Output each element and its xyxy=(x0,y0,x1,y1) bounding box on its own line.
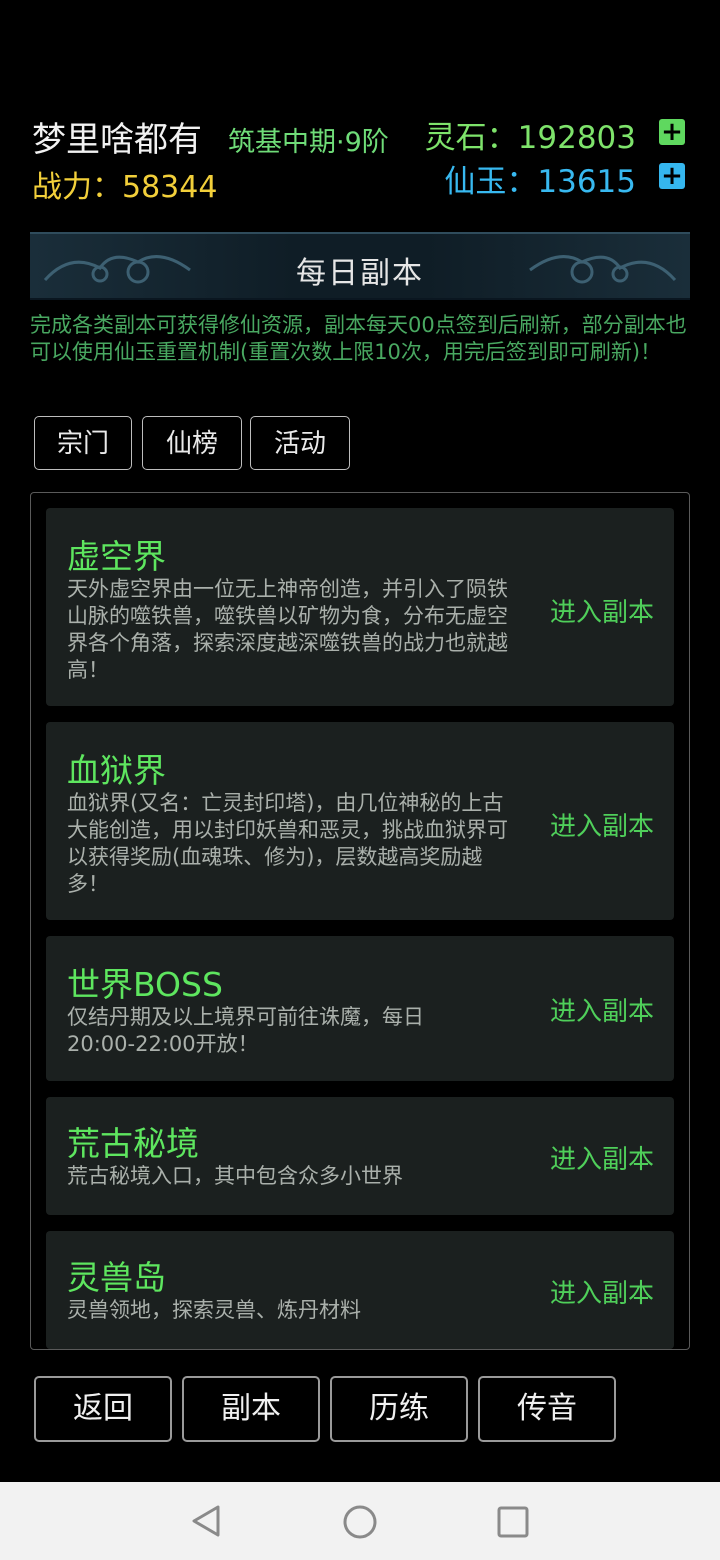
tab-events[interactable]: 活动 xyxy=(250,416,350,470)
enter-dungeon-button[interactable]: 进入副本 xyxy=(550,1273,654,1310)
training-nav-button[interactable]: 历练 xyxy=(330,1376,468,1442)
dungeon-description: 天外虚空界由一位无上神帝创造，并引入了陨铁山脉的噬铁兽，噬铁兽以矿物为食，分布无… xyxy=(67,577,508,682)
jade-label: 仙玉： xyxy=(444,164,538,200)
dungeon-description: 荒古秘境入口，其中包含众多小世界 xyxy=(67,1164,403,1188)
back-triangle-icon[interactable] xyxy=(190,1504,224,1538)
back-button[interactable]: 返回 xyxy=(34,1376,172,1442)
dungeon-title: 血狱界 xyxy=(67,751,166,790)
jade-balance: 仙玉：13615 xyxy=(444,156,636,201)
enter-dungeon-button[interactable]: 进入副本 xyxy=(550,592,654,629)
dungeon-title: 世界BOSS xyxy=(67,965,223,1004)
message-nav-button[interactable]: 传音 xyxy=(478,1376,616,1442)
dungeon-description: 仅结丹期及以上境界可前往诛魔，每日20:00-22:00开放！ xyxy=(67,1005,424,1056)
power-value: 58344 xyxy=(122,170,218,205)
spirit-stone-label: 灵石： xyxy=(424,120,518,156)
spirit-stone-value: 192803 xyxy=(517,120,636,156)
dungeon-description: 灵兽领地，探索灵兽、炼丹材料 xyxy=(67,1298,361,1322)
dungeon-nav-button[interactable]: 副本 xyxy=(182,1376,320,1442)
intro-text: 完成各类副本可获得修仙资源，副本每天00点签到后刷新，部分副本也可以使用仙玉重置… xyxy=(30,313,687,364)
combat-power: 战力：58344 xyxy=(32,162,217,206)
dungeon-title: 灵兽岛 xyxy=(67,1258,166,1297)
add-jade-button[interactable]: + xyxy=(659,163,685,189)
jade-value: 13615 xyxy=(537,164,636,200)
dungeon-title: 虚空界 xyxy=(67,537,166,576)
tab-immortal-ranking[interactable]: 仙榜 xyxy=(142,416,242,470)
enter-dungeon-button[interactable]: 进入副本 xyxy=(550,1139,654,1176)
dungeon-card-ancient-realm: 荒古秘境 荒古秘境入口，其中包含众多小世界 进入副本 xyxy=(46,1097,674,1215)
dungeon-card-world-boss: 世界BOSS 仅结丹期及以上境界可前往诛魔，每日20:00-22:00开放！ 进… xyxy=(46,936,674,1081)
dungeon-description: 血狱界(又名：亡灵封印塔)，由几位神秘的上古大能创造，用以封印妖兽和恶灵，挑战血… xyxy=(67,791,508,896)
dungeon-card-spirit-beast-island: 灵兽岛 灵兽领地，探索灵兽、炼丹材料 进入副本 xyxy=(46,1231,674,1349)
system-navigation-bar xyxy=(0,1482,720,1560)
recents-square-icon[interactable] xyxy=(496,1505,530,1539)
cultivation-realm: 筑基中期·9阶 xyxy=(228,127,389,158)
enter-dungeon-button[interactable]: 进入副本 xyxy=(550,991,654,1028)
dungeon-list[interactable]: 虚空界 天外虚空界由一位无上神帝创造，并引入了陨铁山脉的噬铁兽，噬铁兽以矿物为食… xyxy=(30,492,690,1350)
dungeon-card-void-realm: 虚空界 天外虚空界由一位无上神帝创造，并引入了陨铁山脉的噬铁兽，噬铁兽以矿物为食… xyxy=(46,508,674,706)
page-title: 每日副本 xyxy=(296,256,424,291)
dungeon-title: 荒古秘境 xyxy=(67,1124,199,1163)
spirit-stone-balance: 灵石：192803 xyxy=(425,112,636,157)
enter-dungeon-button[interactable]: 进入副本 xyxy=(550,806,654,843)
player-name: 梦里啥都有 xyxy=(32,120,202,160)
tab-sect[interactable]: 宗门 xyxy=(34,416,132,470)
dungeon-card-blood-prison: 血狱界 血狱界(又名：亡灵封印塔)，由几位神秘的上古大能创造，用以封印妖兽和恶灵… xyxy=(46,722,674,920)
section-banner: 每日副本 xyxy=(30,232,690,300)
power-label: 战力： xyxy=(32,170,122,205)
home-circle-icon[interactable] xyxy=(342,1504,378,1540)
add-spirit-stone-button[interactable]: + xyxy=(659,119,685,145)
